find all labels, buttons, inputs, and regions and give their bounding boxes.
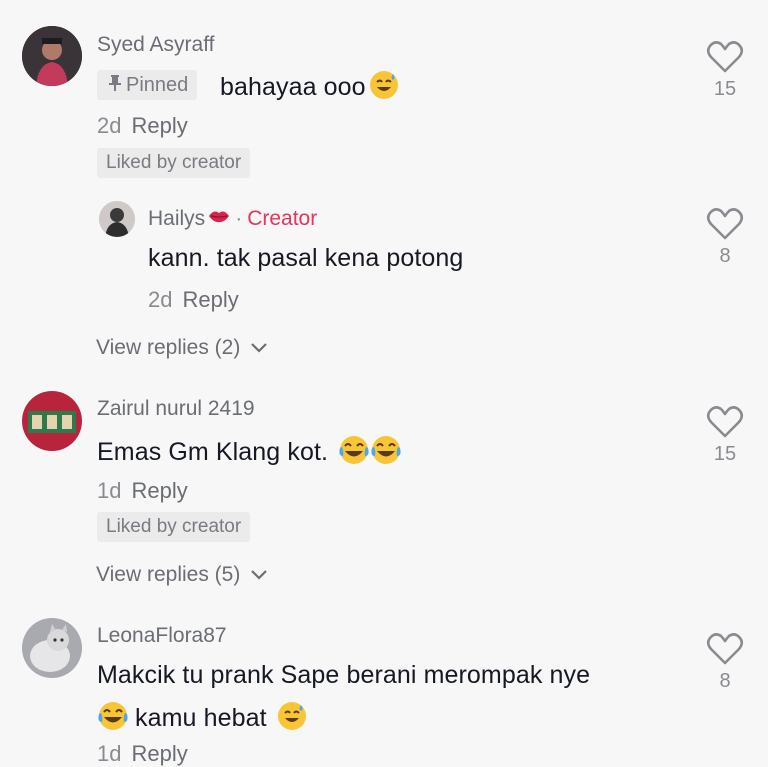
reply-time: 2d xyxy=(148,287,173,312)
joy-emoji xyxy=(338,434,370,473)
avatar[interactable] xyxy=(22,618,82,678)
reply-button[interactable]: Reply xyxy=(131,741,187,766)
comment-meta: 2d Reply xyxy=(97,113,188,139)
reply-button[interactable]: Reply xyxy=(131,478,187,503)
reply-meta: 2d Reply xyxy=(148,287,239,313)
reply-button[interactable]: Reply xyxy=(131,113,187,138)
comment-text-line1: Makcik tu prank Sape berani merompak nye xyxy=(97,661,591,689)
liked-by-creator-badge: Liked by creator xyxy=(97,148,251,178)
comment-text-value: Emas Gm Klang kot. xyxy=(97,438,329,467)
comment-text-value: bahayaa ooo xyxy=(220,73,366,102)
reply-username[interactable]: Hailys xyxy=(148,207,205,230)
comment-meta: 1d Reply xyxy=(97,478,188,504)
comment-username[interactable]: Syed Asyraff xyxy=(97,33,215,57)
comment-text: bahayaa ooo xyxy=(220,70,399,107)
like-button[interactable]: 15 xyxy=(695,405,755,466)
view-replies-label: View replies (5) xyxy=(96,563,241,586)
heart-outline-icon xyxy=(706,633,744,665)
comment-text: Emas Gm Klang kot. xyxy=(97,434,402,473)
lips-emoji xyxy=(208,207,230,231)
heart-outline-icon xyxy=(706,208,744,240)
pinned-label: Pinned xyxy=(126,74,189,96)
comment-time: 2d xyxy=(97,113,122,138)
reply-text: kann. tak pasal kena potong xyxy=(148,244,464,272)
like-count: 8 xyxy=(719,245,731,267)
heart-outline-icon xyxy=(706,41,744,73)
like-count: 15 xyxy=(713,443,737,465)
comment-time: 1d xyxy=(97,478,122,503)
view-replies-label: View replies (2) xyxy=(96,336,241,359)
like-count: 15 xyxy=(713,78,737,100)
reply-button[interactable]: Reply xyxy=(182,287,238,312)
like-button[interactable]: 15 xyxy=(695,40,755,101)
avatar[interactable] xyxy=(22,26,82,86)
avatar[interactable] xyxy=(99,201,135,237)
comment-username[interactable]: LeonaFlora87 xyxy=(97,624,227,648)
like-button[interactable]: 8 xyxy=(695,207,755,268)
avatar[interactable] xyxy=(22,391,82,451)
like-button[interactable]: 8 xyxy=(695,632,755,693)
joy-emoji xyxy=(97,700,129,739)
like-count: 8 xyxy=(719,670,731,692)
comment-text-line2: kamu hebat xyxy=(97,700,307,739)
comment-username[interactable]: Zairul nurul 2419 xyxy=(97,397,255,421)
pinned-badge: Pinned xyxy=(97,70,198,101)
creator-tag: Creator xyxy=(247,207,318,230)
comment-time: 1d xyxy=(97,741,122,766)
joy-emoji xyxy=(370,434,402,473)
view-replies-button[interactable]: View replies (2) xyxy=(96,336,268,360)
pin-icon xyxy=(108,71,122,101)
comment-text-value: kamu hebat xyxy=(135,704,267,733)
view-replies-button[interactable]: View replies (5) xyxy=(96,563,268,587)
chevron-down-icon xyxy=(250,336,268,360)
sweat-smile-emoji xyxy=(369,70,399,107)
comment-username: Hailys · Creator xyxy=(148,207,317,231)
heart-outline-icon xyxy=(706,406,744,438)
sweat-smile-emoji xyxy=(277,701,307,738)
liked-by-creator-badge: Liked by creator xyxy=(97,512,251,542)
chevron-down-icon xyxy=(250,563,268,587)
comment-meta: 1d Reply xyxy=(97,741,188,767)
separator-dot: · xyxy=(235,207,243,230)
